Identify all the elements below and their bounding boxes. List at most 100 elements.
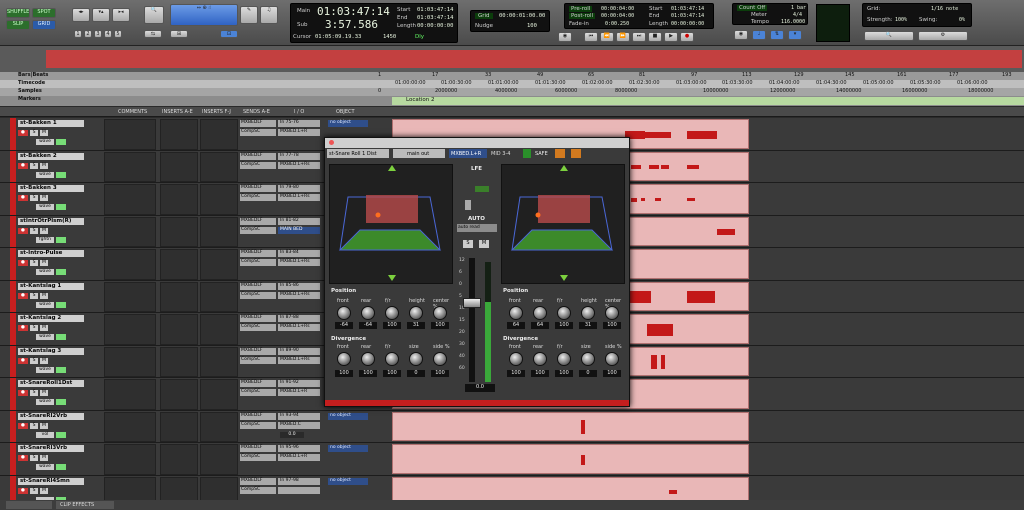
send-a[interactable]: MXBEDLF: [240, 282, 276, 290]
voice-selector[interactable]: [56, 236, 66, 243]
meter-display[interactable]: Count Off 1 bar Meter 4/4 Tempo 116.0000: [732, 3, 808, 25]
divergence-knob[interactable]: [557, 352, 571, 366]
comments-field[interactable]: [104, 411, 156, 442]
divergence-value[interactable]: 100: [335, 370, 353, 377]
send-a[interactable]: MXBEDLF: [240, 477, 276, 485]
send-a[interactable]: MXBEDLF: [240, 120, 276, 127]
track-name[interactable]: st-SnareRl3Vrb: [18, 445, 84, 452]
object-selector[interactable]: no object: [328, 477, 368, 485]
position-value[interactable]: 31: [407, 322, 425, 329]
track-name[interactable]: st-Kantslag 3: [18, 347, 84, 355]
send-a[interactable]: MXBEDLF: [240, 217, 276, 225]
inserts-ae-slot[interactable]: [160, 119, 198, 150]
input-selector[interactable]: In 81-82: [278, 217, 320, 225]
send-b[interactable]: CompSC: [240, 194, 276, 201]
comments-field[interactable]: [104, 216, 156, 247]
divergence-knob[interactable]: [509, 352, 523, 366]
track-name[interactable]: st-Bakken 2: [18, 152, 84, 160]
comments-field[interactable]: [104, 119, 156, 150]
mute-button[interactable]: M: [40, 487, 48, 494]
record-icon[interactable]: ●: [680, 32, 694, 42]
solo-button[interactable]: S: [30, 422, 38, 429]
send-b[interactable]: CompSC: [240, 421, 276, 429]
track-row[interactable]: st-SnareRl2Vrb ● S M vol MXBEDLF CompSC …: [0, 410, 1024, 443]
divergence-knob[interactable]: [409, 352, 423, 366]
inserts-fj-slot[interactable]: [200, 379, 238, 410]
return-to-zero-icon[interactable]: ⏮: [584, 32, 598, 42]
send-b[interactable]: CompSC: [240, 486, 276, 494]
send-a[interactable]: MXBEDLF: [240, 250, 276, 257]
position-value[interactable]: 100: [383, 322, 401, 329]
strength-value[interactable]: 100%: [895, 17, 907, 23]
ruler-bars-beats[interactable]: Bars|Beats 1 17 33 49 65 81 97 113 129 1…: [0, 72, 1024, 80]
output-selector[interactable]: MXBED.L+Rs: [278, 161, 320, 169]
col-io[interactable]: I / O: [294, 109, 304, 115]
position-knob[interactable]: [557, 306, 571, 320]
send-a[interactable]: MXBEDLF: [240, 412, 276, 420]
send-b[interactable]: CompSC: [240, 389, 276, 396]
voice-selector[interactable]: [56, 139, 66, 145]
solo-button[interactable]: S: [463, 240, 473, 248]
input-selector[interactable]: In 77-78: [278, 152, 320, 160]
col-inserts-ae[interactable]: INSERTS A-E: [162, 109, 193, 115]
edit-lock-icon[interactable]: ⇆: [144, 30, 162, 38]
track-name[interactable]: st-Bakken 1: [18, 120, 84, 127]
tab-clip-list[interactable]: [6, 501, 52, 509]
record-enable-button[interactable]: ●: [18, 260, 28, 266]
comments-field[interactable]: [104, 444, 156, 475]
inserts-fj-slot[interactable]: [200, 184, 238, 215]
divergence-value[interactable]: 100: [555, 370, 573, 377]
comments-field[interactable]: [104, 249, 156, 280]
output-selector[interactable]: MXBED.L+R: [278, 454, 320, 461]
output-selector[interactable]: MXBED.L+Rs: [278, 259, 320, 266]
inserts-fj-slot[interactable]: [200, 249, 238, 280]
output-selector[interactable]: MXBED.C: [278, 421, 320, 429]
meter-value[interactable]: 4/4: [793, 12, 802, 18]
record-enable-button[interactable]: ●: [18, 422, 28, 429]
output-selector[interactable]: MXBED.L+Rs: [278, 194, 320, 201]
right-panner-display[interactable]: [501, 164, 625, 284]
mute-button[interactable]: M: [40, 455, 48, 461]
position-knob[interactable]: [581, 306, 595, 320]
rewind-icon[interactable]: ⏪: [600, 32, 614, 42]
track-row[interactable]: st-SnareRl3Vrb ● S M wave MXBEDLF CompSC…: [0, 443, 1024, 476]
preset-selector[interactable]: main out: [393, 149, 445, 158]
inserts-ae-slot[interactable]: [160, 314, 198, 345]
solo-button[interactable]: S: [30, 130, 38, 136]
zoom-preset-icon[interactable]: ▸◂: [112, 8, 130, 22]
position-knob[interactable]: [385, 306, 399, 320]
input-selector[interactable]: In 87-88: [278, 315, 320, 322]
inserts-ae-slot[interactable]: [160, 249, 198, 280]
output-selector[interactable]: MXBED.L+R: [278, 389, 320, 396]
voice-selector[interactable]: [56, 366, 66, 373]
inserts-ae-slot[interactable]: [160, 151, 198, 182]
track-name[interactable]: st-SnareRl4Smn: [18, 477, 84, 485]
inserts-fj-slot[interactable]: [200, 281, 238, 312]
inserts-fj-slot[interactable]: [200, 411, 238, 442]
voice-selector[interactable]: [56, 171, 66, 178]
track-view-selector[interactable]: fghtn: [36, 236, 54, 243]
input-selector[interactable]: In 93-94: [278, 412, 320, 420]
dly-label[interactable]: Dly: [415, 34, 424, 40]
record-enable-button[interactable]: ●: [18, 195, 28, 201]
solo-button[interactable]: S: [30, 455, 38, 461]
zoom-preset-1[interactable]: 1: [74, 30, 82, 38]
solo-button[interactable]: S: [30, 390, 38, 396]
zoom-preset-4[interactable]: 4: [104, 30, 112, 38]
solo-button[interactable]: S: [30, 487, 38, 494]
clip-lane[interactable]: [392, 411, 749, 441]
position-value[interactable]: 100: [555, 322, 573, 329]
position-knob[interactable]: [433, 306, 447, 320]
track-view-selector[interactable]: wave: [36, 334, 54, 340]
smart-tool-icon[interactable]: ⇔ ⊕ ☝: [170, 4, 238, 26]
online-icon[interactable]: ◉: [558, 32, 572, 42]
fader-track[interactable]: [469, 258, 475, 382]
inserts-fj-slot[interactable]: [200, 216, 238, 247]
input-selector[interactable]: In 91-92: [278, 380, 320, 387]
left-panner-display[interactable]: [329, 164, 453, 284]
object-selector[interactable]: no object: [328, 412, 368, 420]
end-value[interactable]: 01:03:47:14: [417, 15, 453, 21]
input-selector[interactable]: In 85-86: [278, 282, 320, 290]
mute-button[interactable]: M: [479, 240, 489, 248]
nudge-label[interactable]: Nudge: [475, 23, 493, 29]
